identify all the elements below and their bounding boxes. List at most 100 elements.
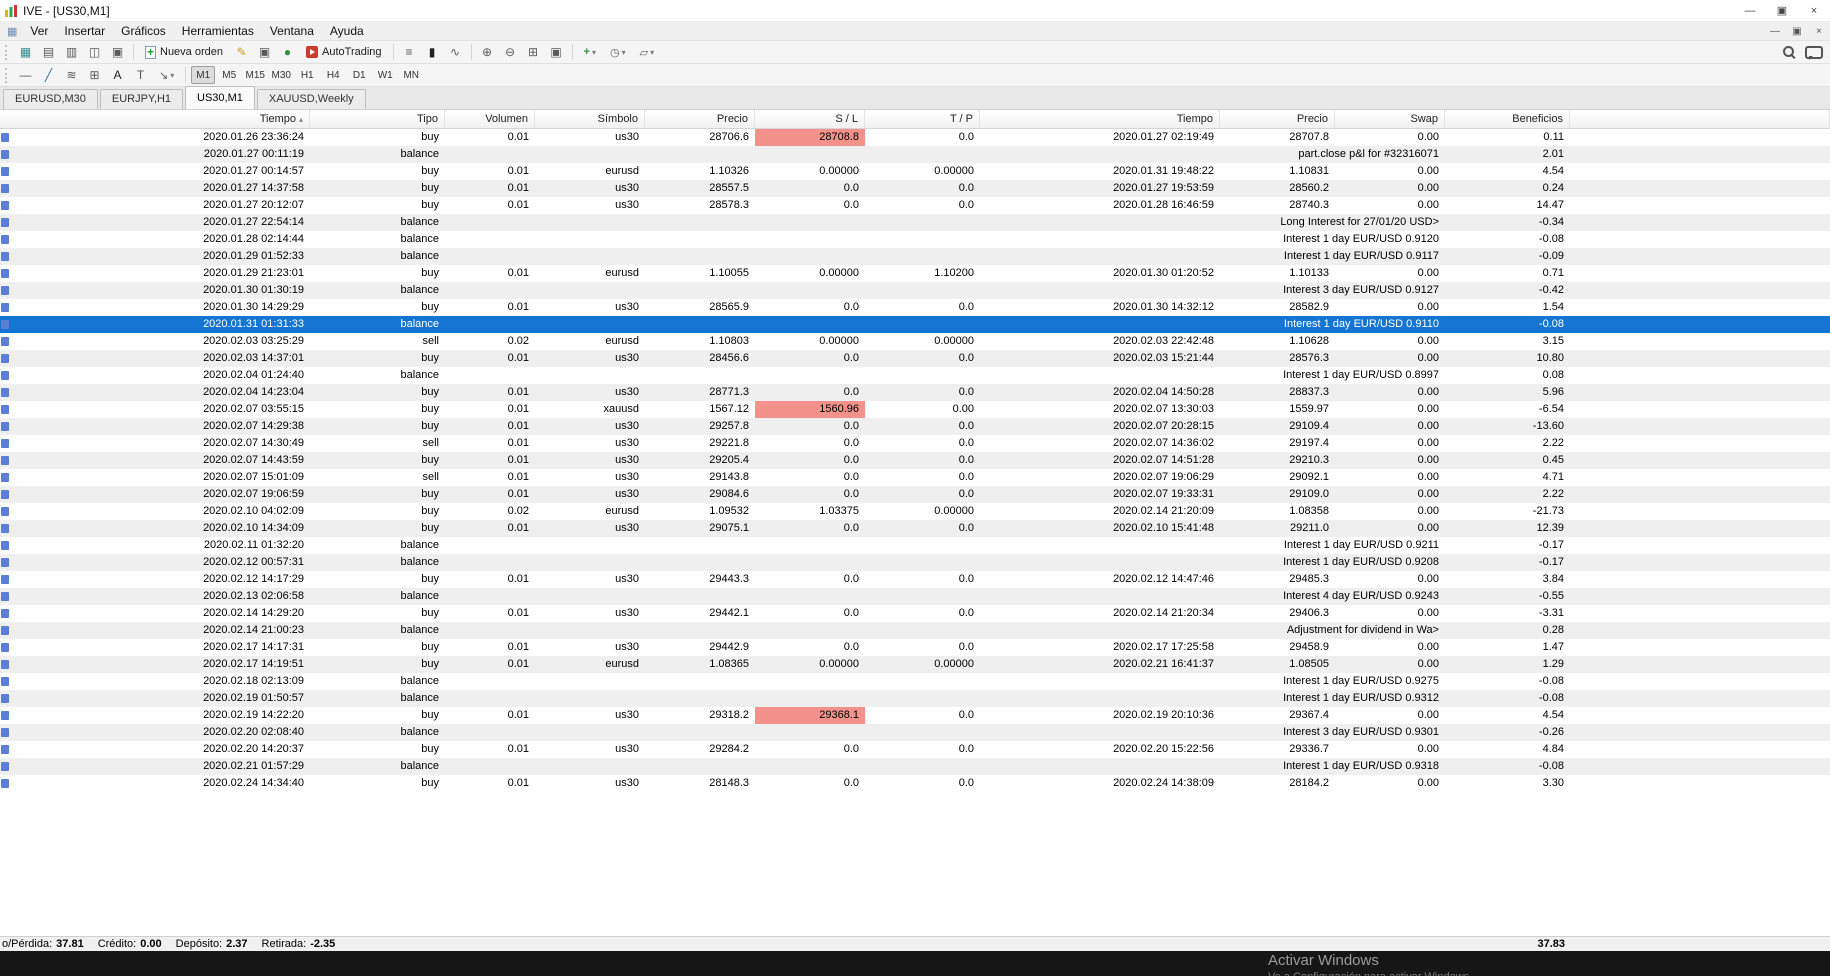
auto-arrange-icon[interactable]: ▣ (546, 42, 567, 62)
column-header-profit[interactable]: Beneficios (1445, 110, 1570, 128)
zoom-in-icon[interactable]: ⊕ (477, 42, 498, 62)
history-row-buy[interactable]: 2020.02.24 14:34:40buy0.01us3028148.30.0… (0, 775, 1830, 792)
menu-ayuda[interactable]: Ayuda (322, 24, 372, 38)
history-row-buy[interactable]: 2020.01.27 00:14:57buy0.01eurusd1.103260… (0, 163, 1830, 180)
history-row-buy[interactable]: 2020.02.07 03:55:15buy0.01xauusd1567.121… (0, 401, 1830, 418)
close-button[interactable]: × (1798, 0, 1830, 21)
history-row-balance[interactable]: 2020.02.14 21:00:23balanceAdjustment for… (0, 622, 1830, 639)
market-watch-icon[interactable]: ▥ (61, 42, 82, 62)
restore-button[interactable]: ▣ (1766, 0, 1798, 21)
history-row-sell[interactable]: 2020.02.03 03:25:29sell0.02eurusd1.10803… (0, 333, 1830, 350)
terminal-icon[interactable]: ▣ (107, 42, 128, 62)
column-header-symbol[interactable]: Símbolo (535, 110, 645, 128)
history-row-buy[interactable]: 2020.02.07 19:06:59buy0.01us3029084.60.0… (0, 486, 1830, 503)
new-order-button[interactable]: Nueva orden (139, 42, 229, 62)
bar-chart-icon[interactable]: ≡ (399, 42, 420, 62)
history-row-balance[interactable]: 2020.02.19 01:50:57balanceInterest 1 day… (0, 690, 1830, 707)
column-header-volume[interactable]: Volumen (445, 110, 535, 128)
history-row-balance[interactable]: 2020.01.28 02:14:44balanceInterest 1 day… (0, 231, 1830, 248)
tab-eurusd-m30[interactable]: EURUSD,M30 (3, 89, 98, 109)
history-row-balance[interactable]: 2020.01.27 00:11:19balancepart.close p&l… (0, 146, 1830, 163)
column-header-take-profit[interactable]: T / P (865, 110, 980, 128)
history-row-buy[interactable]: 2020.02.04 14:23:04buy0.01us3028771.30.0… (0, 384, 1830, 401)
search-icon[interactable] (1782, 45, 1797, 60)
new-chart-icon[interactable]: ▦ (15, 42, 36, 62)
line-chart-icon[interactable]: ∿ (445, 42, 466, 62)
timeframe-m15[interactable]: M15 (243, 66, 267, 84)
column-header-type[interactable]: Tipo (310, 110, 445, 128)
column-header-swap[interactable]: Swap (1335, 110, 1445, 128)
chart-minimize-button[interactable]: — (1764, 26, 1786, 37)
history-row-buy[interactable]: 2020.01.27 20:12:07buy0.01us3028578.30.0… (0, 197, 1830, 214)
menu-herramientas[interactable]: Herramientas (174, 24, 262, 38)
history-row-buy[interactable]: 2020.01.29 21:23:01buy0.01eurusd1.100550… (0, 265, 1830, 282)
menu-ventana[interactable]: Ventana (262, 24, 322, 38)
zoom-out-icon[interactable]: ⊖ (500, 42, 521, 62)
history-row-buy[interactable]: 2020.02.17 14:19:51buy0.01eurusd1.083650… (0, 656, 1830, 673)
horizontal-line-icon[interactable]: — (15, 65, 36, 85)
column-header-open-time[interactable]: Tiempo▴ (0, 110, 310, 128)
history-row-balance[interactable]: 2020.02.21 01:57:29balanceInterest 1 day… (0, 758, 1830, 775)
history-row-buy[interactable]: 2020.02.07 14:43:59buy0.01us3029205.40.0… (0, 452, 1830, 469)
history-row-buy[interactable]: 2020.01.27 14:37:58buy0.01us3028557.50.0… (0, 180, 1830, 197)
indicators-dropdown[interactable]: + ▾ (578, 42, 602, 62)
metaeditor-icon[interactable]: ✎ (231, 42, 252, 62)
history-row-balance[interactable]: 2020.01.30 01:30:19balanceInterest 3 day… (0, 282, 1830, 299)
text-tool-icon[interactable]: A (107, 65, 128, 85)
minimize-button[interactable]: — (1734, 0, 1766, 21)
candlestick-chart-icon[interactable]: ▮ (422, 42, 443, 62)
column-header-close-price[interactable]: Precio (1220, 110, 1335, 128)
tab-eurjpy-h1[interactable]: EURJPY,H1 (100, 89, 183, 109)
history-row-balance[interactable]: 2020.02.12 00:57:31balanceInterest 1 day… (0, 554, 1830, 571)
fibonacci-icon[interactable]: ≋ (61, 65, 82, 85)
timeframe-w1[interactable]: W1 (373, 66, 397, 84)
algo-trading-status-icon[interactable]: ● (277, 42, 298, 62)
history-row-balance[interactable]: 2020.01.31 01:31:33balanceInterest 1 day… (0, 316, 1830, 333)
history-row-sell[interactable]: 2020.02.07 14:30:49sell0.01us3029221.80.… (0, 435, 1830, 452)
history-row-buy[interactable]: 2020.02.03 14:37:01buy0.01us3028456.60.0… (0, 350, 1830, 367)
timeframe-m1[interactable]: M1 (191, 66, 215, 84)
history-row-buy[interactable]: 2020.02.10 04:02:09buy0.02eurusd1.095321… (0, 503, 1830, 520)
history-row-buy[interactable]: 2020.01.30 14:29:29buy0.01us3028565.90.0… (0, 299, 1830, 316)
timeframe-h4[interactable]: H4 (321, 66, 345, 84)
shapes-icon[interactable]: ⊞ (84, 65, 105, 85)
timeframe-d1[interactable]: D1 (347, 66, 371, 84)
arrows-dropdown[interactable]: ↘ ▾ (153, 65, 180, 85)
periods-dropdown[interactable]: ◷ ▾ (604, 42, 632, 62)
history-row-balance[interactable]: 2020.01.27 22:54:14balanceLong Interest … (0, 214, 1830, 231)
timeframe-h1[interactable]: H1 (295, 66, 319, 84)
timeframe-m5[interactable]: M5 (217, 66, 241, 84)
history-row-balance[interactable]: 2020.02.04 01:24:40balanceInterest 1 day… (0, 367, 1830, 384)
autotrading-button[interactable]: AutoTrading (300, 42, 388, 62)
history-row-buy[interactable]: 2020.02.12 14:17:29buy0.01us3029443.30.0… (0, 571, 1830, 588)
history-row-buy[interactable]: 2020.02.10 14:34:09buy0.01us3029075.10.0… (0, 520, 1830, 537)
column-header-stop-loss[interactable]: S / L (755, 110, 865, 128)
menu-graficos[interactable]: Gráficos (113, 24, 174, 38)
history-row-balance[interactable]: 2020.02.13 02:06:58balanceInterest 4 day… (0, 588, 1830, 605)
column-header-open-price[interactable]: Precio (645, 110, 755, 128)
templates-dropdown[interactable]: ▱ ▾ (634, 42, 660, 62)
history-row-buy[interactable]: 2020.02.19 14:22:20buy0.01us3029318.2293… (0, 707, 1830, 724)
tab-us30-m1[interactable]: US30,M1 (185, 86, 255, 109)
text-label-icon[interactable]: T (130, 65, 151, 85)
history-row-sell[interactable]: 2020.02.07 15:01:09sell0.01us3029143.80.… (0, 469, 1830, 486)
history-row-buy[interactable]: 2020.01.26 23:36:24buy0.01us3028706.6287… (0, 129, 1830, 146)
tile-windows-icon[interactable]: ⊞ (523, 42, 544, 62)
chat-icon[interactable] (1805, 45, 1821, 60)
history-row-buy[interactable]: 2020.02.20 14:20:37buy0.01us3029284.20.0… (0, 741, 1830, 758)
tab-xauusd-weekly[interactable]: XAUUSD,Weekly (257, 89, 366, 109)
strategy-tester-icon[interactable]: ▣ (254, 42, 275, 62)
trendline-icon[interactable]: ╱ (38, 65, 59, 85)
chart-restore-button[interactable]: ▣ (1786, 26, 1808, 37)
column-header-close-time[interactable]: Tiempo (980, 110, 1220, 128)
chart-close-button[interactable]: × (1808, 26, 1830, 37)
history-row-balance[interactable]: 2020.02.11 01:32:20balanceInterest 1 day… (0, 537, 1830, 554)
menu-ver[interactable]: Ver (22, 24, 56, 38)
history-row-buy[interactable]: 2020.02.14 14:29:20buy0.01us3029442.10.0… (0, 605, 1830, 622)
timeframe-mn[interactable]: MN (399, 66, 423, 84)
menu-insertar[interactable]: Insertar (56, 24, 113, 38)
profiles-icon[interactable]: ▤ (38, 42, 59, 62)
timeframe-m30[interactable]: M30 (269, 66, 293, 84)
navigator-icon[interactable]: ◫ (84, 42, 105, 62)
history-row-balance[interactable]: 2020.02.18 02:13:09balanceInterest 1 day… (0, 673, 1830, 690)
